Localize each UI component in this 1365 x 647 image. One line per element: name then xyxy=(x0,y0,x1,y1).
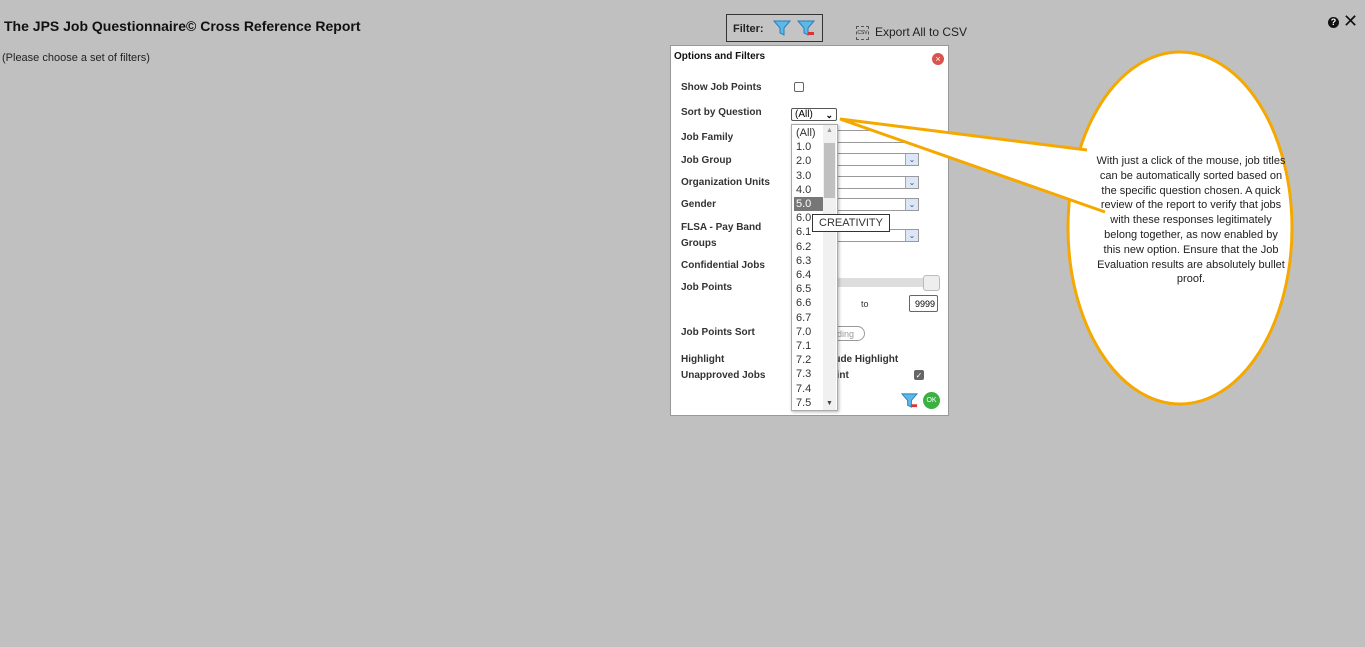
callout-text: With just a click of the mouse, job titl… xyxy=(1096,155,1286,286)
callout-bubble xyxy=(839,50,1294,406)
callout-pointer xyxy=(839,117,1106,214)
